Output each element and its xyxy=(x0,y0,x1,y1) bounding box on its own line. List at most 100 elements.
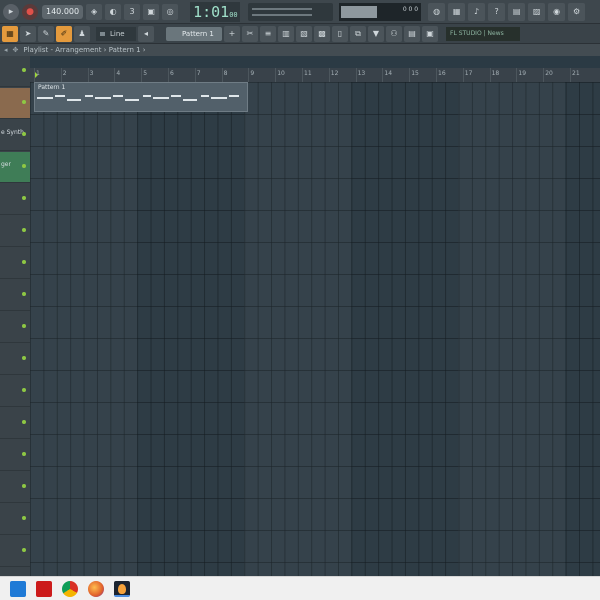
track-header[interactable] xyxy=(0,312,30,343)
link-icon[interactable]: ⚇ xyxy=(386,25,402,42)
track-headers: e Synth ger xyxy=(0,56,30,576)
track-header[interactable] xyxy=(0,440,30,471)
file-explorer-icon[interactable] xyxy=(10,580,26,597)
track-mute-led-icon[interactable] xyxy=(22,100,26,104)
clip-note xyxy=(113,95,123,97)
track-header[interactable] xyxy=(0,536,30,567)
channel-rack-icon[interactable]: ▥ xyxy=(278,25,294,42)
track-mute-led-icon[interactable] xyxy=(22,356,26,360)
add-pattern-icon[interactable]: + xyxy=(224,25,240,42)
wait-input-icon[interactable]: ◐ xyxy=(105,3,122,20)
mixer-view-icon[interactable]: ≡ xyxy=(260,25,276,42)
piano-roll-icon[interactable]: ▦ xyxy=(448,2,466,21)
track-mute-led-icon[interactable] xyxy=(22,228,26,232)
slice-tool-icon[interactable]: ✂ xyxy=(242,25,258,42)
track-header[interactable] xyxy=(0,56,30,87)
browser-view-icon[interactable]: ▩ xyxy=(314,25,330,42)
track-header[interactable] xyxy=(0,504,30,535)
mixer-icon[interactable]: ▤ xyxy=(508,2,526,21)
ruler-tick xyxy=(34,68,35,82)
ruler-tick xyxy=(275,68,277,82)
track-header[interactable] xyxy=(0,408,30,439)
scroll-icon[interactable]: ▣ xyxy=(422,25,438,42)
mic-icon[interactable]: ♪ xyxy=(468,2,486,21)
track-header[interactable] xyxy=(0,88,30,119)
master-volume-pitch[interactable] xyxy=(248,2,334,21)
ruler-tick xyxy=(221,68,223,82)
ruler-bar-number: 13 xyxy=(357,70,366,77)
ruler-tick xyxy=(570,68,571,82)
playlist-icon[interactable]: ◍ xyxy=(428,2,446,21)
track-header[interactable] xyxy=(0,472,30,503)
fl-studio-icon[interactable] xyxy=(114,580,130,597)
track-header[interactable]: ger xyxy=(0,152,30,183)
step-edit-icon[interactable]: ▣ xyxy=(143,3,160,20)
ruler-bar-number: 11 xyxy=(304,70,312,77)
netflix-icon[interactable] xyxy=(36,580,52,597)
file-icon[interactable]: ▯ xyxy=(332,25,348,42)
pattern-clip[interactable]: Pattern 1 xyxy=(34,82,248,112)
render-icon[interactable]: ▤ xyxy=(404,25,420,42)
paste-icon[interactable]: ⧉ xyxy=(350,25,366,42)
chrome-icon[interactable] xyxy=(62,580,78,597)
track-mute-led-icon[interactable] xyxy=(22,452,26,456)
ruler-bar-number: 2 xyxy=(62,70,67,77)
draw-tool-icon[interactable]: ✐ xyxy=(56,25,72,42)
track-header[interactable] xyxy=(0,248,30,279)
browser-icon[interactable]: ◉ xyxy=(548,2,566,21)
blend-notes-icon[interactable]: ◎ xyxy=(162,3,179,20)
piano-roll-toggle-icon[interactable]: ▦ xyxy=(2,25,18,42)
track-mute-led-icon[interactable] xyxy=(22,548,26,552)
countdown-icon[interactable]: 3 xyxy=(124,3,141,20)
track-mute-led-icon[interactable] xyxy=(22,516,26,520)
playlist-title-bar[interactable]: ◂ ✥ Playlist - Arrangement › Pattern 1 › xyxy=(0,44,600,56)
track-mute-led-icon[interactable] xyxy=(22,196,26,200)
arrow-icon[interactable]: ➤ xyxy=(20,25,36,42)
master-volume-slider[interactable] xyxy=(252,7,313,10)
track-label: ger xyxy=(1,161,11,168)
help-icon[interactable]: ? xyxy=(488,2,506,21)
ruler-bar-number: 19 xyxy=(518,70,527,77)
track-mute-led-icon[interactable] xyxy=(22,292,26,296)
step-icon[interactable]: ◂ xyxy=(138,25,154,42)
master-pitch-slider[interactable] xyxy=(252,13,313,16)
timeline-ruler[interactable]: 1 2 3 4 5 6 7 8 9 10 11 12 13 14 15 16 17 18 19 20 21 xyxy=(30,68,600,82)
ruler-bar-number: 17 xyxy=(464,70,473,77)
record-button[interactable]: ● xyxy=(22,3,38,20)
playlist-menu-arrow-icon[interactable]: ◂ xyxy=(4,46,8,54)
track-mute-led-icon[interactable] xyxy=(22,420,26,424)
track-header[interactable] xyxy=(0,184,30,215)
track-header[interactable] xyxy=(0,376,30,407)
track-mute-led-icon[interactable] xyxy=(22,324,26,328)
firefox-icon[interactable] xyxy=(88,580,104,597)
ruler-tick xyxy=(60,68,62,82)
metronome-icon[interactable]: ◈ xyxy=(86,3,103,20)
track-mute-led-icon[interactable] xyxy=(22,68,26,72)
settings-icon[interactable]: ⚙ xyxy=(568,2,586,21)
snap-selector[interactable]: Line xyxy=(96,26,136,41)
track-mute-led-icon[interactable] xyxy=(22,388,26,392)
track-header[interactable]: e Synth xyxy=(0,120,30,151)
news-panel[interactable]: FL STUDIO | News xyxy=(446,26,520,41)
playlist-options-icon[interactable]: ✥ xyxy=(13,46,19,54)
pattern-selector[interactable]: Pattern 1 xyxy=(166,26,222,41)
track-header[interactable] xyxy=(0,216,30,247)
playlist-grid[interactable] xyxy=(30,82,600,576)
track-mute-led-icon[interactable] xyxy=(22,260,26,264)
playlist-breadcrumb: Playlist - Arrangement › Pattern 1 › xyxy=(23,46,146,54)
paint-icon[interactable]: ✎ xyxy=(38,25,54,42)
paint-brush-icon[interactable]: ♟ xyxy=(74,25,90,42)
ruler-bar-number: 20 xyxy=(545,70,553,77)
pattern-song-toggle[interactable]: ▸ xyxy=(3,3,19,20)
track-mute-led-icon[interactable] xyxy=(22,164,26,168)
track-mute-led-icon[interactable] xyxy=(22,484,26,488)
track-header[interactable] xyxy=(0,280,30,311)
track-mute-led-icon[interactable] xyxy=(22,132,26,136)
plugin-icon[interactable]: ▼ xyxy=(368,25,384,42)
track-header[interactable] xyxy=(0,344,30,375)
piano-roll-view-icon[interactable]: ▧ xyxy=(296,25,312,42)
tempo-display[interactable]: 140.000 xyxy=(42,4,84,19)
plugin-picker-icon[interactable]: ▨ xyxy=(528,2,546,21)
grid-bar-shade xyxy=(30,82,137,576)
transport-bar: ▸ ● 140.000 ◈ ◐ 3 ▣ ◎ 1:0100 0 0 0 ◍ ▦ ♪… xyxy=(0,0,600,24)
